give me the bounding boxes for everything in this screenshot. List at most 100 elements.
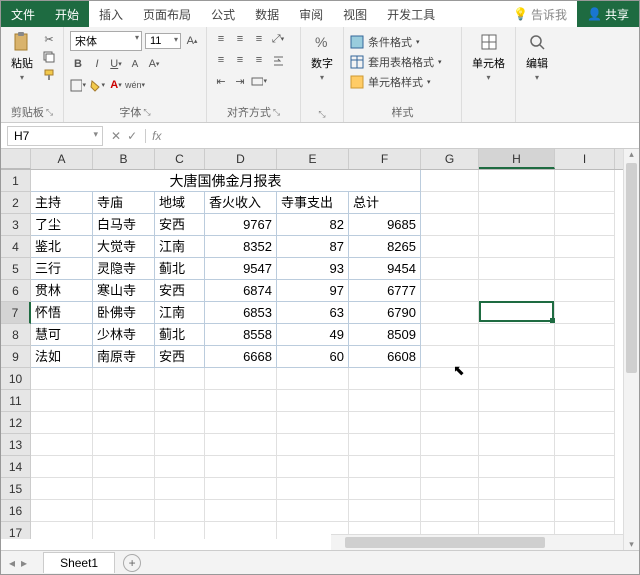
tab-insert[interactable]: 插入 — [89, 1, 133, 27]
cell[interactable] — [421, 236, 479, 258]
scroll-thumb[interactable] — [626, 163, 637, 373]
format-as-table-button[interactable]: 套用表格格式▾ — [350, 53, 442, 71]
tab-home[interactable]: 开始 — [45, 1, 89, 27]
cell-styles-button[interactable]: 单元格样式▾ — [350, 73, 431, 91]
cell[interactable]: 蓟北 — [155, 258, 205, 280]
cell[interactable]: 江南 — [155, 236, 205, 258]
cell[interactable] — [555, 236, 615, 258]
cell[interactable] — [421, 368, 479, 390]
cell[interactable]: 寺事支出 — [277, 192, 349, 214]
cell[interactable] — [93, 456, 155, 478]
cell[interactable] — [155, 390, 205, 412]
cell[interactable]: 6608 — [349, 346, 421, 368]
copy-button[interactable] — [41, 49, 57, 65]
align-right-button[interactable]: ≡ — [251, 52, 267, 68]
cell[interactable] — [93, 412, 155, 434]
decrease-font-button[interactable]: A — [127, 56, 143, 72]
cell[interactable] — [555, 500, 615, 522]
column-header[interactable]: C — [155, 149, 205, 169]
cell[interactable]: 少林寺 — [93, 324, 155, 346]
cell[interactable]: 灵隐寺 — [93, 258, 155, 280]
cell[interactable]: 49 — [277, 324, 349, 346]
tab-data[interactable]: 数据 — [245, 1, 289, 27]
cell[interactable] — [421, 192, 479, 214]
number-format-button[interactable]: % 数字 ▾ — [307, 29, 337, 84]
row-header[interactable]: 3 — [1, 214, 31, 236]
cell[interactable]: 香火收入 — [205, 192, 277, 214]
cell[interactable] — [479, 368, 555, 390]
cell[interactable] — [205, 390, 277, 412]
cell[interactable]: 白马寺 — [93, 214, 155, 236]
row-header[interactable]: 17 — [1, 522, 31, 539]
scroll-thumb[interactable] — [345, 537, 545, 548]
cell[interactable] — [277, 456, 349, 478]
sheet-tab[interactable]: Sheet1 — [43, 552, 115, 573]
cell[interactable] — [421, 170, 479, 192]
column-header[interactable]: E — [277, 149, 349, 169]
cell[interactable] — [93, 478, 155, 500]
cell[interactable]: 87 — [277, 236, 349, 258]
font-size-combo[interactable]: 11 — [145, 33, 181, 49]
cell[interactable] — [93, 434, 155, 456]
cell[interactable] — [421, 500, 479, 522]
column-header[interactable]: I — [555, 149, 615, 169]
tab-formulas[interactable]: 公式 — [201, 1, 245, 27]
cell[interactable] — [31, 412, 93, 434]
cell[interactable] — [155, 456, 205, 478]
cell[interactable]: 寒山寺 — [93, 280, 155, 302]
cell[interactable] — [479, 236, 555, 258]
cell[interactable] — [155, 412, 205, 434]
cell[interactable] — [421, 478, 479, 500]
name-box[interactable]: H7 — [7, 126, 103, 146]
cell[interactable]: 6777 — [349, 280, 421, 302]
cell[interactable]: 寺庙 — [93, 192, 155, 214]
tab-review[interactable]: 审阅 — [289, 1, 333, 27]
cell[interactable] — [155, 478, 205, 500]
cell[interactable]: 三行 — [31, 258, 93, 280]
row-header[interactable]: 4 — [1, 236, 31, 258]
cell[interactable] — [205, 456, 277, 478]
cell[interactable] — [421, 390, 479, 412]
cell[interactable] — [555, 390, 615, 412]
cell[interactable] — [349, 368, 421, 390]
cell[interactable] — [155, 522, 205, 539]
row-header[interactable]: 8 — [1, 324, 31, 346]
cell[interactable] — [205, 412, 277, 434]
cell[interactable]: 安西 — [155, 346, 205, 368]
cut-button[interactable]: ✂ — [41, 31, 57, 47]
cell[interactable]: 63 — [277, 302, 349, 324]
cell[interactable] — [277, 434, 349, 456]
share-button[interactable]: 👤共享 — [577, 1, 639, 27]
scroll-up-icon[interactable]: ▴ — [624, 149, 639, 160]
cell[interactable] — [421, 324, 479, 346]
align-top-button[interactable]: ≡ — [213, 31, 229, 47]
phonetic-button[interactable]: wén▾ — [127, 77, 143, 93]
cell[interactable] — [555, 456, 615, 478]
cell[interactable] — [155, 434, 205, 456]
increase-indent-button[interactable]: ⇥ — [232, 73, 248, 89]
cell[interactable] — [479, 434, 555, 456]
cell[interactable] — [277, 478, 349, 500]
cell[interactable] — [277, 368, 349, 390]
add-sheet-button[interactable]: + — [123, 554, 141, 572]
dialog-launcher-icon[interactable]: ⤡ — [273, 107, 280, 118]
dialog-launcher-icon[interactable]: ⤡ — [318, 109, 325, 120]
cell[interactable] — [479, 346, 555, 368]
cell[interactable] — [479, 324, 555, 346]
select-all-button[interactable] — [1, 149, 31, 169]
cell[interactable] — [555, 258, 615, 280]
cell[interactable] — [277, 500, 349, 522]
cell[interactable] — [555, 346, 615, 368]
cell[interactable] — [205, 478, 277, 500]
cell[interactable] — [421, 346, 479, 368]
cell[interactable] — [479, 390, 555, 412]
row-header[interactable]: 11 — [1, 390, 31, 412]
format-painter-button[interactable] — [41, 67, 57, 83]
cell[interactable]: 法如 — [31, 346, 93, 368]
column-header[interactable]: G — [421, 149, 479, 169]
cell[interactable] — [479, 478, 555, 500]
enter-formula-button[interactable]: ✓ — [127, 129, 137, 143]
cell[interactable] — [421, 214, 479, 236]
scroll-down-icon[interactable]: ▾ — [624, 539, 639, 550]
formula-bar[interactable]: fx — [145, 129, 639, 143]
